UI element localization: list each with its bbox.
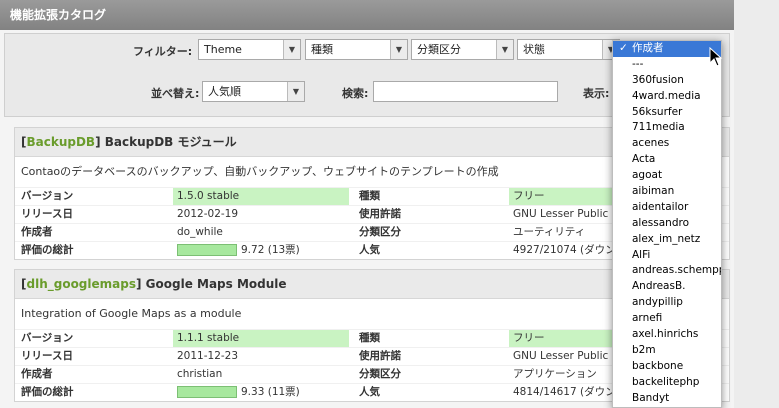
filter-label: フィルター: — [133, 45, 193, 58]
dropdown-option[interactable]: alessandro — [613, 216, 721, 232]
sort-value: 人気順 — [208, 85, 241, 98]
page-title: 機能拡張カタログ — [0, 0, 734, 30]
license-value: GNU Lesser Public L — [513, 208, 618, 220]
rating-value: 9.72 (13票) — [173, 242, 349, 259]
type-value: フリー — [509, 188, 629, 205]
license-label: 使用許諾 — [359, 350, 401, 362]
chevron-down-icon: ▼ — [390, 40, 407, 59]
license-value: GNU Lesser Public L — [513, 350, 618, 362]
author-value: do_while — [177, 226, 223, 238]
type-filter-value: 種類 — [311, 43, 333, 56]
chevron-down-icon: ▼ — [283, 40, 300, 59]
search-input[interactable] — [373, 81, 558, 102]
rating-bar — [177, 244, 237, 256]
extension-key-link[interactable]: dlh_googlemaps — [26, 277, 136, 291]
dropdown-options-list: --- 360fusion 4ward.media 56ksurfer 711media… — [613, 57, 721, 407]
display-label: 表示: — [583, 87, 610, 100]
rating-bar — [177, 386, 237, 398]
dropdown-option[interactable]: arnefi — [613, 311, 721, 327]
rating-label: 評価の総計 — [21, 244, 74, 256]
window-background — [734, 0, 779, 408]
status-filter-select[interactable]: 状態 ▼ — [517, 39, 620, 60]
popularity-label: 人気 — [359, 386, 380, 398]
dropdown-option[interactable]: 56ksurfer — [613, 105, 721, 121]
author-label: 作成者 — [21, 226, 53, 238]
type-value: フリー — [509, 330, 629, 347]
dropdown-option[interactable]: backelitephp — [613, 375, 721, 391]
rating-text: 9.72 (13票) — [241, 244, 300, 256]
release-value: 2011-12-23 — [177, 350, 239, 362]
author-label: 作成者 — [21, 368, 53, 380]
theme-filter-select[interactable]: Theme ▼ — [198, 39, 301, 60]
chevron-down-icon: ▼ — [287, 82, 304, 101]
dropdown-option[interactable]: agoat — [613, 168, 721, 184]
dropdown-option[interactable]: 711media — [613, 120, 721, 136]
category-label: 分類区分 — [359, 226, 401, 238]
extension-name: Google Maps Module — [145, 277, 287, 291]
category-value: アプリケーション — [513, 368, 597, 380]
version-value: 1.1.1 stable — [173, 330, 349, 347]
type-label: 種類 — [359, 190, 380, 202]
popularity-value: 4927/21074 (ダウン — [513, 244, 616, 256]
dropdown-option[interactable]: alex_im_netz — [613, 232, 721, 248]
status-filter-value: 状態 — [523, 43, 545, 56]
dropdown-option[interactable]: --- — [613, 57, 721, 73]
dropdown-option[interactable]: aibiman — [613, 184, 721, 200]
dropdown-option[interactable]: b2m — [613, 343, 721, 359]
mouse-pointer-icon — [709, 47, 723, 67]
dropdown-option[interactable]: Bandyt — [613, 391, 721, 407]
extension-key-link[interactable]: BackupDB — [26, 135, 95, 149]
dropdown-option[interactable]: axel.hinrichs — [613, 327, 721, 343]
rating-label: 評価の総計 — [21, 386, 74, 398]
dropdown-option[interactable]: aidentailor — [613, 200, 721, 216]
license-label: 使用許諾 — [359, 208, 401, 220]
dropdown-option[interactable]: 360fusion — [613, 73, 721, 89]
dropdown-option-label: 作成者 — [632, 42, 664, 54]
checkmark-icon: ✓ — [619, 42, 628, 54]
search-label: 検索: — [342, 87, 369, 100]
category-label: 分類区分 — [359, 368, 401, 380]
dropdown-option[interactable]: 4ward.media — [613, 89, 721, 105]
rating-text: 9.33 (11票) — [241, 386, 300, 398]
release-value: 2012-02-19 — [177, 208, 239, 220]
dropdown-option[interactable]: andreas.schempp — [613, 263, 721, 279]
version-label: バージョン — [21, 190, 74, 202]
author-filter-dropdown[interactable]: ✓ 作成者 --- 360fusion 4ward.media 56ksurfer 71… — [612, 40, 722, 408]
release-label: リリース日 — [21, 350, 73, 362]
category-filter-value: 分類区分 — [417, 43, 461, 56]
sort-label: 並べ替え: — [151, 87, 200, 100]
extension-name: BackupDB モジュール — [104, 135, 237, 149]
dropdown-option[interactable]: acenes — [613, 136, 721, 152]
sort-select[interactable]: 人気順 ▼ — [202, 81, 305, 102]
version-value: 1.5.0 stable — [173, 188, 349, 205]
rating-value: 9.33 (11票) — [173, 384, 349, 401]
chevron-down-icon: ▼ — [496, 40, 513, 59]
theme-filter-value: Theme — [204, 43, 242, 56]
dropdown-option[interactable]: backbone — [613, 359, 721, 375]
dropdown-option[interactable]: AndreasB. — [613, 279, 721, 295]
type-filter-select[interactable]: 種類 ▼ — [305, 39, 408, 60]
author-value: christian — [177, 368, 223, 380]
dropdown-option-selected[interactable]: ✓ 作成者 — [613, 41, 721, 57]
version-label: バージョン — [21, 332, 74, 344]
category-filter-select[interactable]: 分類区分 ▼ — [411, 39, 514, 60]
release-label: リリース日 — [21, 208, 73, 220]
dropdown-option[interactable]: andypillip — [613, 295, 721, 311]
popularity-label: 人気 — [359, 244, 380, 256]
type-label: 種類 — [359, 332, 380, 344]
dropdown-option[interactable]: AlFi — [613, 248, 721, 264]
category-value: ユーティリティ — [513, 226, 586, 238]
popularity-value: 4814/14617 (ダウン — [513, 386, 616, 398]
dropdown-option[interactable]: Acta — [613, 152, 721, 168]
